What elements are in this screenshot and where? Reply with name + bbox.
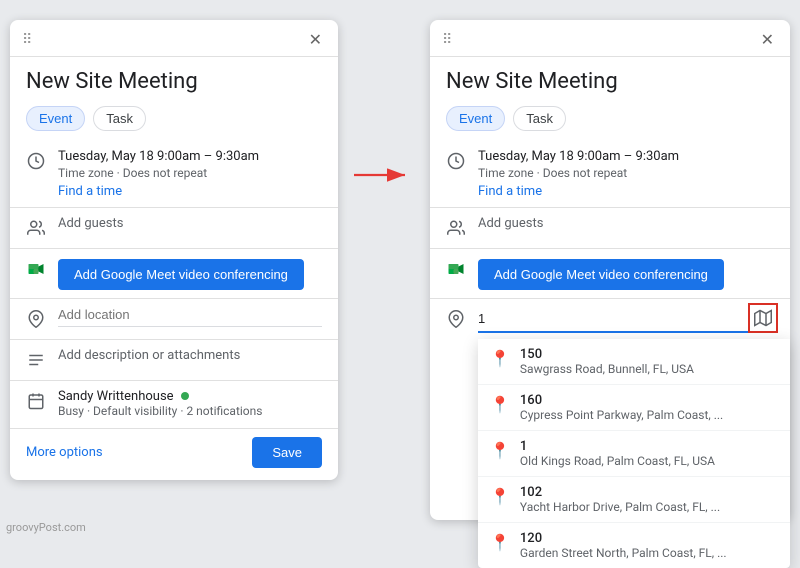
suggestion-2[interactable]: 📍 1 Old Kings Road, Palm Coast, FL, USA <box>478 431 790 477</box>
drag-handle-left[interactable]: ⠿ <box>22 32 32 48</box>
tab-event-right[interactable]: Event <box>446 106 505 131</box>
calendar-name-left: Sandy Writtenhouse <box>58 389 322 404</box>
meet-row-left: Add Google Meet video conferencing <box>10 251 338 296</box>
datetime-text-right: Tuesday, May 18 9:00am – 9:30am <box>478 149 774 164</box>
guests-row-left: Add guests <box>10 210 338 246</box>
pin-icon-0: 📍 <box>490 349 510 368</box>
location-input-box <box>478 307 774 333</box>
left-panel-header: ⠿ ✕ <box>10 20 338 57</box>
location-input-right[interactable] <box>478 311 752 326</box>
suggestion-main-2: 1 <box>520 439 715 454</box>
left-panel-footer: More options Save <box>10 428 338 480</box>
more-options-link[interactable]: More options <box>26 445 103 460</box>
tab-event-left[interactable]: Event <box>26 106 85 131</box>
left-tab-row: Event Task <box>10 102 338 143</box>
location-row-left <box>10 301 338 337</box>
meet-button-left[interactable]: Add Google Meet video conferencing <box>58 259 304 290</box>
find-time-link-right[interactable]: Find a time <box>478 184 542 199</box>
suggestion-sub-0: Sawgrass Road, Bunnell, FL, USA <box>520 362 694 376</box>
suggestion-sub-2: Old Kings Road, Palm Coast, FL, USA <box>520 454 715 468</box>
suggestion-main-3: 102 <box>520 485 720 500</box>
suggestion-sub-4: Garden Street North, Palm Coast, FL, ... <box>520 546 727 560</box>
left-panel: ⠿ ✕ New Site Meeting Event Task Tuesday,… <box>10 20 338 480</box>
meet-icon-left <box>26 259 46 279</box>
status-dot-left <box>181 392 189 400</box>
pin-icon-3: 📍 <box>490 487 510 506</box>
location-icon-right <box>446 309 466 329</box>
right-panel: ⠿ ✕ New Site Meeting Event Task Tuesday,… <box>430 20 790 520</box>
add-guests-text-right: Add guests <box>478 216 774 231</box>
calendar-row-left: Sandy Writtenhouse Busy · Default visibi… <box>10 383 338 424</box>
close-button-right[interactable]: ✕ <box>757 28 778 52</box>
right-tab-row: Event Task <box>430 102 790 143</box>
add-guests-text-left: Add guests <box>58 216 322 231</box>
autocomplete-dropdown: 📍 150 Sawgrass Road, Bunnell, FL, USA 📍 … <box>478 339 790 568</box>
suggestion-main-4: 120 <box>520 531 727 546</box>
suggestion-sub-1: Cypress Point Parkway, Palm Coast, ... <box>520 408 723 422</box>
guests-icon-right <box>446 218 466 238</box>
watermark: groovyPost.com <box>6 521 86 534</box>
calendar-icon-left <box>26 391 46 411</box>
calendar-sub-left: Busy · Default visibility · 2 notificati… <box>58 404 322 418</box>
arrow-svg <box>354 160 414 190</box>
suggestion-0[interactable]: 📍 150 Sawgrass Road, Bunnell, FL, USA <box>478 339 790 385</box>
suggestion-1[interactable]: 📍 160 Cypress Point Parkway, Palm Coast,… <box>478 385 790 431</box>
pin-icon-2: 📍 <box>490 441 510 460</box>
datetime-row-left: Tuesday, May 18 9:00am – 9:30am Time zon… <box>10 143 338 205</box>
drag-handle-right[interactable]: ⠿ <box>442 32 452 48</box>
find-time-link-left[interactable]: Find a time <box>58 184 122 199</box>
description-row-left: Add description or attachments <box>10 342 338 378</box>
guests-row-right: Add guests <box>430 210 790 246</box>
datetime-row-right: Tuesday, May 18 9:00am – 9:30am Time zon… <box>430 143 790 205</box>
timezone-text-right: Time zone · Does not repeat <box>478 166 774 180</box>
right-panel-wrapper: ⠿ ✕ New Site Meeting Event Task Tuesday,… <box>430 20 790 520</box>
guests-icon-left <box>26 218 46 238</box>
datetime-text-left: Tuesday, May 18 9:00am – 9:30am <box>58 149 322 164</box>
right-panel-header: ⠿ ✕ <box>430 20 790 57</box>
description-icon-left <box>26 350 46 370</box>
close-button-left[interactable]: ✕ <box>305 28 326 52</box>
right-panel-title: New Site Meeting <box>430 57 790 102</box>
suggestion-3[interactable]: 📍 102 Yacht Harbor Drive, Palm Coast, FL… <box>478 477 790 523</box>
pin-icon-4: 📍 <box>490 533 510 552</box>
location-row-right: 📍 150 Sawgrass Road, Bunnell, FL, USA 📍 … <box>430 301 790 339</box>
suggestion-main-1: 160 <box>520 393 723 408</box>
location-input-left[interactable] <box>58 307 322 322</box>
timezone-text-left: Time zone · Does not repeat <box>58 166 322 180</box>
clock-icon-right <box>446 151 466 171</box>
location-icon-left <box>26 309 46 329</box>
tab-task-left[interactable]: Task <box>93 106 146 131</box>
clock-icon-left <box>26 151 46 171</box>
map-icon-button[interactable] <box>752 307 774 329</box>
description-text-left: Add description or attachments <box>58 348 322 363</box>
suggestion-sub-3: Yacht Harbor Drive, Palm Coast, FL, ... <box>520 500 720 514</box>
arrow-indicator <box>354 160 414 190</box>
meet-row-right: Add Google Meet video conferencing <box>430 251 790 296</box>
save-button-left[interactable]: Save <box>252 437 322 468</box>
pin-icon-1: 📍 <box>490 395 510 414</box>
tab-task-right[interactable]: Task <box>513 106 566 131</box>
suggestion-main-0: 150 <box>520 347 694 362</box>
meet-button-right[interactable]: Add Google Meet video conferencing <box>478 259 724 290</box>
suggestion-4[interactable]: 📍 120 Garden Street North, Palm Coast, F… <box>478 523 790 568</box>
left-panel-title: New Site Meeting <box>10 57 338 102</box>
meet-icon-right <box>446 259 466 279</box>
